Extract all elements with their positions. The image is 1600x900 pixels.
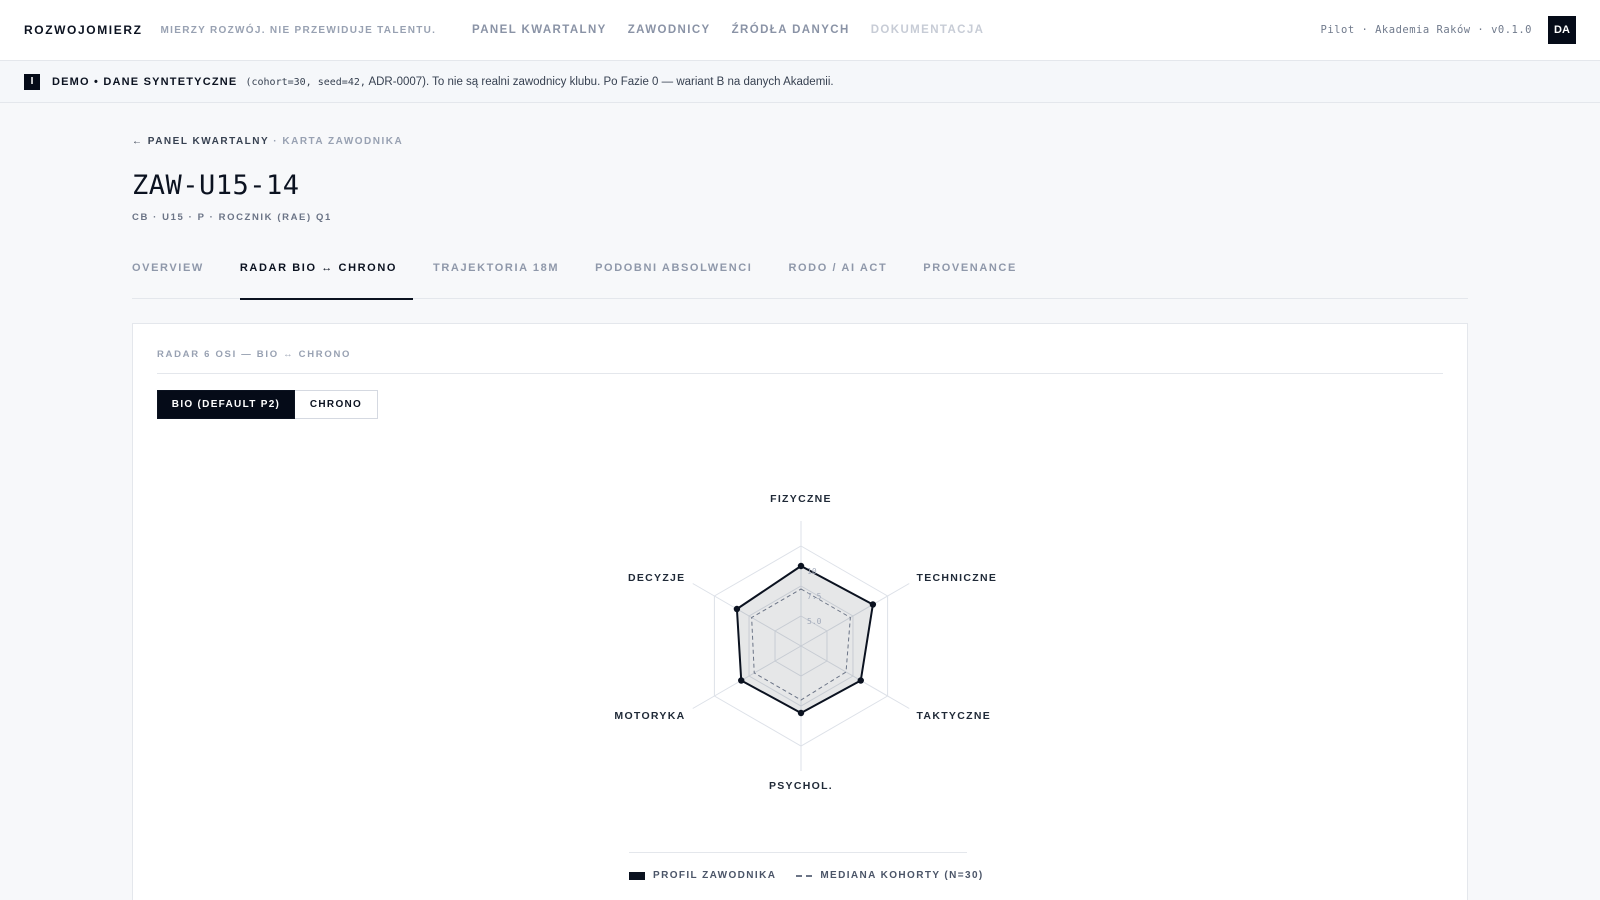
pilot-version-label: Pilot · Akademia Raków · v0.1.0: [1320, 24, 1532, 36]
app-tagline: MIERZY ROZWÓJ. NIE PRZEWIDUJE TALENTU.: [160, 24, 437, 36]
tab-trajektoria[interactable]: TRAJEKTORIA 18M: [433, 261, 559, 299]
breadcrumb-current: KARTA ZAWODNIKA: [282, 136, 404, 147]
radar-profile-point: [797, 709, 805, 717]
legend-swatch-profile: [629, 871, 645, 880]
breadcrumb-back-link[interactable]: ← PANEL KWARTALNY: [132, 136, 269, 147]
page-title: ZAW-U15-14: [132, 170, 300, 201]
radar-axis-label: PSYCHOL.: [769, 780, 833, 792]
tab-bar: OVERVIEW RADAR BIO ↔ CHRONO TRAJEKTORIA …: [132, 261, 1468, 300]
banner-text: (cohort=30, seed=42, ADR-0007). To nie s…: [245, 76, 833, 88]
tab-radar-bio-chrono[interactable]: RADAR BIO ↔ CHRONO: [239, 261, 414, 300]
main-content: ← PANEL KWARTALNY · KARTA ZAWODNIKA ZAW-…: [132, 103, 1468, 900]
radar-axis-label: TAKTYCZNE: [917, 710, 992, 722]
radar-ring-label: 10: [807, 567, 817, 576]
tab-overview[interactable]: OVERVIEW: [132, 261, 204, 299]
legend-divider: [629, 852, 967, 853]
app-brand[interactable]: ROZWOJOMIERZ: [24, 23, 143, 37]
radar-profile-point: [738, 677, 745, 684]
radar-profile-point: [797, 562, 805, 570]
demo-banner: I DEMO • DANE SYNTETYCZNE (cohort=30, se…: [0, 61, 1600, 103]
chart-legend: PROFIL ZAWODNIKA MEDIANA KOHORTY (N=30): [629, 870, 1004, 881]
tab-provenance-label: PROVENANCE: [923, 262, 1017, 274]
radar-ring-label: 7.5: [807, 592, 822, 601]
radar-axis-label: FIZYCZNE: [770, 493, 832, 505]
radar-profile-point: [857, 677, 864, 684]
nav-zawodnicy[interactable]: ZAWODNICY: [628, 24, 711, 36]
radar-profile-fill: [736, 566, 873, 713]
radar-axis-label: MOTORYKA: [614, 710, 685, 722]
player-meta: CB · U15 · P · ROCZNIK (RAE) Q1: [132, 212, 332, 223]
nav-zrodla-danych[interactable]: ŹRÓDŁA DANYCH: [732, 24, 850, 36]
legend-label-profile: PROFIL ZAWODNIKA: [653, 870, 777, 881]
main-nav: PANEL KWARTALNY ZAWODNICY ŹRÓDŁA DANYCH …: [472, 0, 1005, 60]
banner-code: (cohort=30, seed=42,: [245, 76, 366, 88]
radar-profile-point: [733, 605, 741, 613]
radar-profile-point: [869, 601, 877, 608]
banner-title: DEMO • DANE SYNTETYCZNE: [52, 75, 238, 88]
top-right-area: Pilot · Akademia Raków · v0.1.0 DA: [1321, 0, 1576, 60]
nav-dokumentacja[interactable]: DOKUMENTACJA: [871, 24, 985, 36]
radar-ring-label: 5.0: [807, 617, 822, 626]
tab-overview-label: OVERVIEW: [132, 262, 204, 274]
tab-rodo-ai-act[interactable]: RODO / AI ACT: [788, 261, 887, 299]
tab-provenance[interactable]: PROVENANCE: [923, 261, 1017, 299]
breadcrumb: ← PANEL KWARTALNY · KARTA ZAWODNIKA: [132, 136, 1468, 147]
radar-axis-label: DECYZJE: [628, 572, 686, 584]
top-navigation-bar: ROZWOJOMIERZ MIERZY ROZWÓJ. NIE PRZEWIDU…: [0, 0, 1600, 61]
radar-card: RADAR 6 OSI — BIO ↔ CHRONO BIO (DEFAULT …: [132, 323, 1468, 900]
legend-label-median: MEDIANA KOHORTY (N=30): [820, 870, 984, 881]
tab-podobni-absolwenci[interactable]: PODOBNI ABSOLWENCI: [595, 261, 752, 299]
radar-axis-label: TECHNICZNE: [917, 572, 998, 584]
info-icon: I: [24, 73, 40, 90]
tab-radar-label: RADAR BIO ↔ CHRONO: [239, 262, 398, 274]
tab-podobni-label: PODOBNI ABSOLWENCI: [595, 262, 753, 274]
nav-panel-kwartalny[interactable]: PANEL KWARTALNY: [472, 24, 607, 36]
radar-chart: 5.0 7.5 10 FIZYCZNE TECHNICZNE TAKTYCZNE PSYCH…: [614, 493, 998, 792]
legend-swatch-median: [796, 874, 813, 877]
user-avatar[interactable]: DA: [1548, 16, 1576, 44]
banner-description: ADR-0007). To nie są realni zawodnicy kl…: [368, 75, 834, 88]
tab-trajektoria-label: TRAJEKTORIA 18M: [433, 262, 560, 274]
tab-rodo-label: RODO / AI ACT: [788, 262, 888, 274]
breadcrumb-separator: ·: [273, 136, 279, 147]
